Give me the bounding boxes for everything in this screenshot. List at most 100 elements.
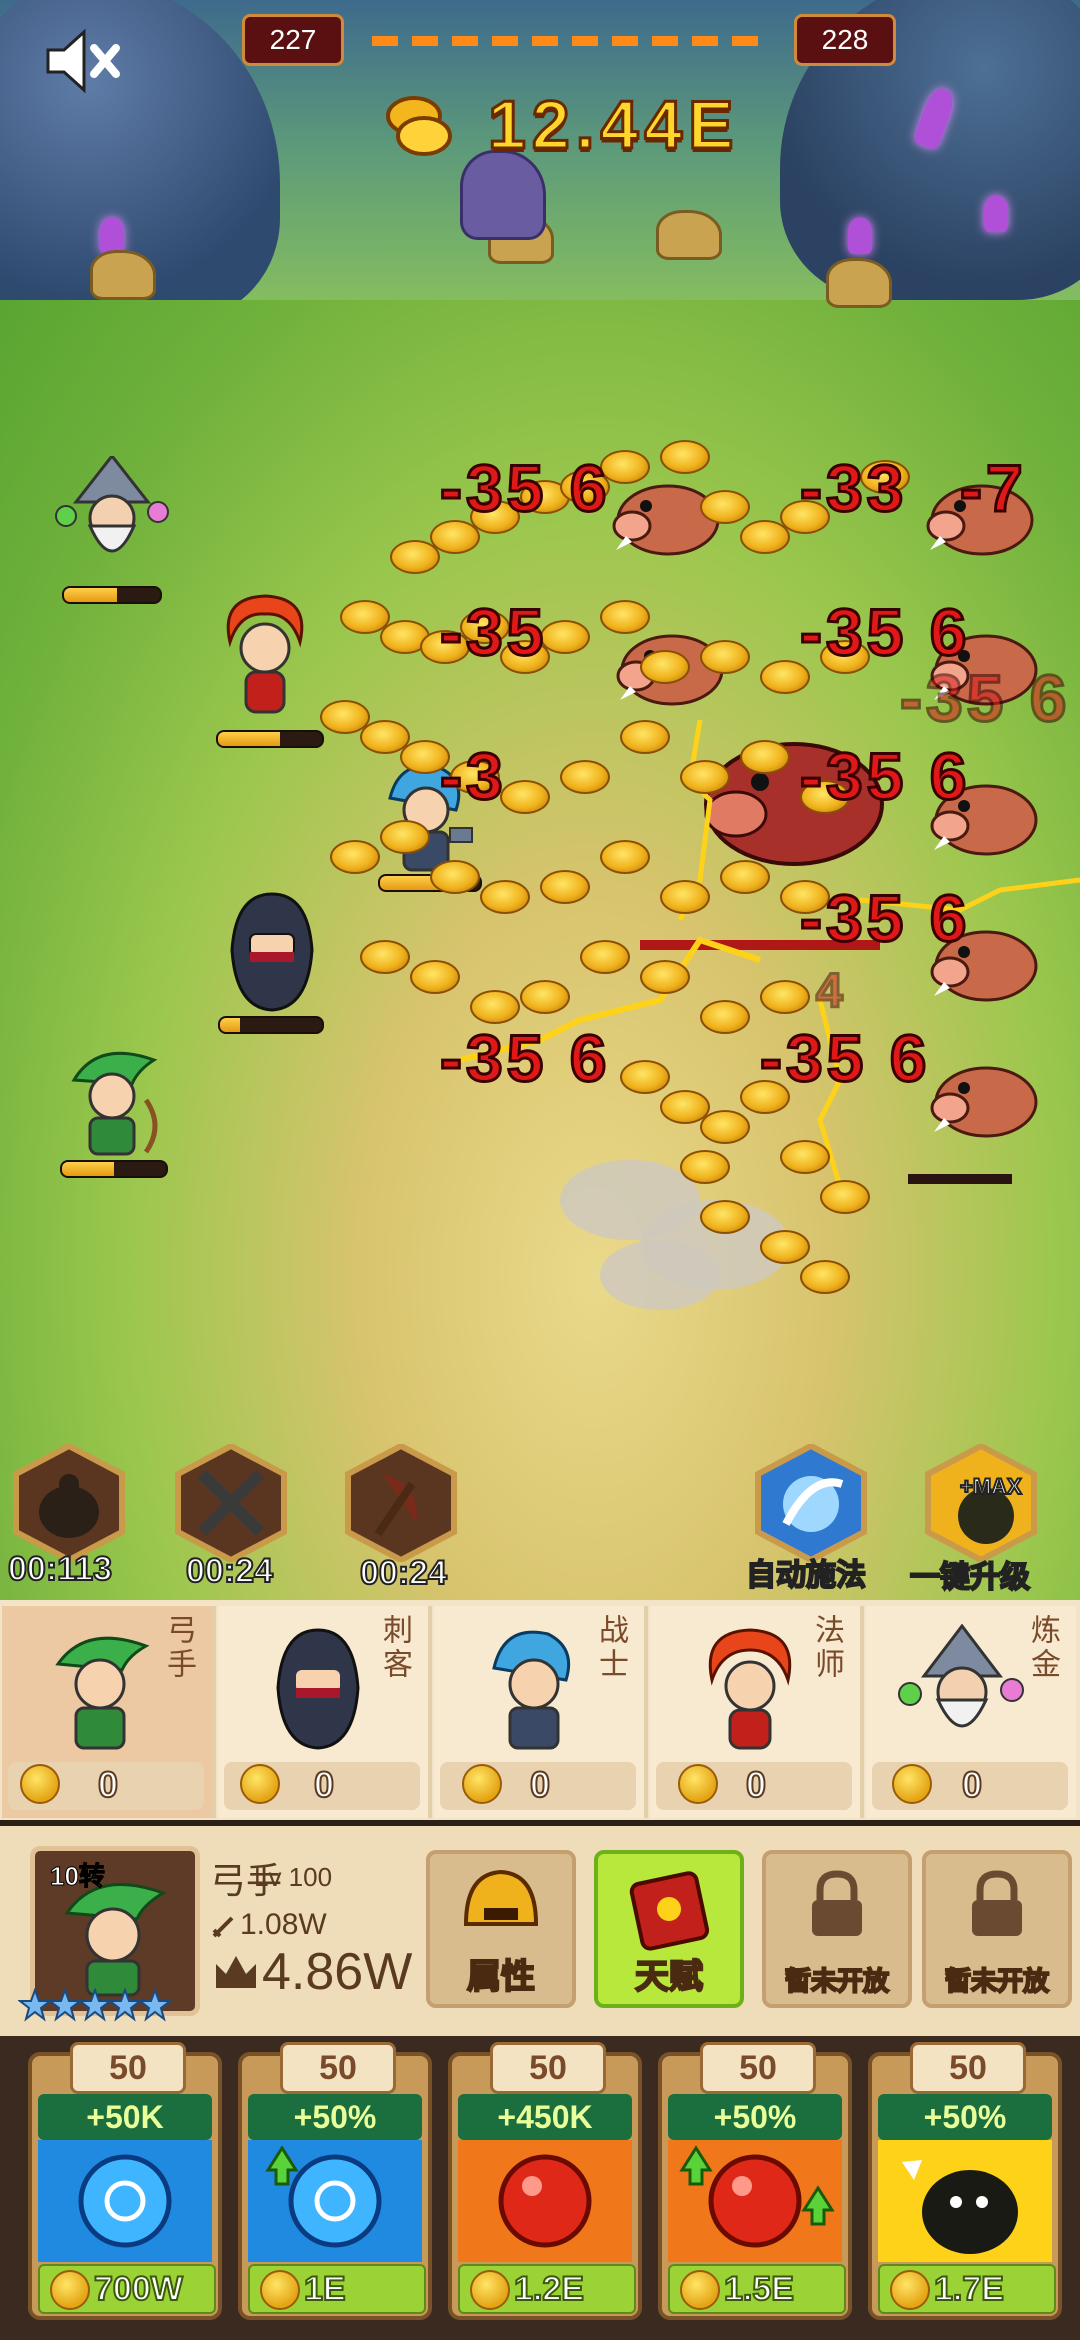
gold-coin-drop <box>600 840 650 874</box>
locked-slot-button[interactable]: 暂未开放 <box>762 1850 912 2008</box>
axe-skill[interactable] <box>342 1442 460 1564</box>
upgrade-level: 50 <box>70 2042 186 2094</box>
max-upgrade-button[interactable] <box>922 1442 1040 1564</box>
gold-coin-drop <box>480 880 530 914</box>
archer-hp-bar <box>60 1160 168 1178</box>
gold-coin-drop <box>660 880 710 914</box>
skill-cooldown-timer: 00:113 <box>7 1549 113 1589</box>
attributes-button[interactable]: 属性 <box>426 1850 576 2008</box>
blue-orb-arrow-icon <box>248 2140 422 2262</box>
gold-coin-drop <box>760 1230 810 1264</box>
damage-number: -35 6 <box>798 880 971 957</box>
gold-coin-drop <box>540 620 590 654</box>
upgrade-card[interactable]: 50 +450K 1.2E <box>448 2042 642 2320</box>
upgrade-card[interactable]: 50 +50% 1E <box>238 2042 432 2320</box>
tab-label: 刺客 <box>378 1614 411 1682</box>
talent-button[interactable]: 天赋 <box>594 1850 744 2008</box>
hero-detail-panel: 10转 弓手 Lv 100 1.08W 4.86W 属性 天赋 暂未开放 暂未开… <box>0 1826 1080 2036</box>
upgrade-buy-button[interactable]: 1E <box>248 2264 426 2314</box>
star-icon <box>108 1988 142 2022</box>
crossed-swords-skill[interactable] <box>172 1442 290 1564</box>
speaker-muted-icon[interactable] <box>44 26 124 96</box>
upgrade-price: 1E <box>303 2269 347 2309</box>
black-blob-icon <box>878 2140 1052 2262</box>
gold-coin-drop <box>330 840 380 874</box>
crown-coin-icon <box>50 2270 90 2310</box>
gold-coin-drop <box>800 1260 850 1294</box>
level-progress-track <box>372 36 768 46</box>
upgrade-buy-button[interactable]: 1.2E <box>458 2264 636 2314</box>
damage-number: -35 6 <box>798 594 971 671</box>
crown-coin-icon <box>462 1764 502 1804</box>
damage-number: -3 <box>439 738 507 815</box>
locked-slot-label: 暂未开放 <box>944 1965 1050 1997</box>
tab-assassin[interactable]: 刺客 0 <box>218 1606 432 1818</box>
damage-number: -35 6 <box>438 1020 611 1097</box>
tab-label: 弓手 <box>162 1614 195 1682</box>
upgrade-level: 50 <box>700 2042 816 2094</box>
gold-coin-drop <box>360 940 410 974</box>
gold-bag-skill[interactable] <box>10 1442 128 1564</box>
tab-count: 0 <box>961 1763 983 1806</box>
tab-alchemist[interactable]: 炼金 0 <box>866 1606 1076 1818</box>
tab-count: 0 <box>745 1763 767 1806</box>
mage-hero <box>210 592 320 727</box>
gold-coin-drop <box>700 640 750 674</box>
tab-label: 炼金 <box>1026 1614 1059 1682</box>
tab-label: 战士 <box>594 1614 627 1682</box>
tab-warrior[interactable]: 战士 0 <box>434 1606 648 1818</box>
warrior-portrait-icon <box>492 1630 571 1750</box>
upgrade-buy-button[interactable]: 1.5E <box>668 2264 846 2314</box>
upgrade-price: 1.7E <box>933 2269 1005 2309</box>
star-icon <box>78 1988 112 2022</box>
skill-cooldown-timer: 00:24 <box>185 1551 274 1591</box>
damage-number: 4 <box>815 964 847 1020</box>
upgrade-bonus: +50K <box>38 2094 212 2140</box>
upgrade-card[interactable]: 50 +50% 1.5E <box>658 2042 852 2320</box>
mage-portrait-icon <box>708 1628 792 1750</box>
spellbook-icon <box>629 1871 710 1951</box>
damage-number: -7 <box>959 450 1027 527</box>
tab-archer[interactable]: 弓手 0 <box>2 1606 216 1818</box>
talent-label: 天赋 <box>634 1957 704 1997</box>
tab-count: 0 <box>529 1763 551 1806</box>
rebirth-count: 10转 <box>50 1861 106 1892</box>
archer-portrait-icon <box>55 1636 150 1750</box>
upgrade-bonus: +450K <box>458 2094 632 2140</box>
gold-coin-drop <box>740 740 790 774</box>
upgrade-buy-button[interactable]: 1.7E <box>878 2264 1056 2314</box>
gold-coin-drop <box>560 760 610 794</box>
auto-cast-button[interactable] <box>752 1442 870 1564</box>
crystal-decoration <box>984 196 1008 232</box>
star-icon <box>48 1988 82 2022</box>
dps-icon <box>212 1916 234 1938</box>
gold-coin-drop <box>600 600 650 634</box>
gold-coin-drop <box>700 490 750 524</box>
gold-coin-drop <box>620 720 670 754</box>
locked-slot-label: 暂未开放 <box>784 1965 890 1997</box>
gold-coin-drop <box>580 940 630 974</box>
upgrade-buy-button[interactable]: 700W <box>38 2264 216 2314</box>
upgrade-price: 1.2E <box>513 2269 585 2309</box>
red-orb-arrow-icon <box>668 2140 842 2262</box>
crown-coin-icon <box>680 2270 720 2310</box>
gold-coin-drop <box>540 870 590 904</box>
star-icon <box>138 1988 172 2022</box>
crown-coin-icon <box>260 2270 300 2310</box>
current-level-badge: 227 <box>242 14 344 66</box>
damage-number: -33 <box>798 450 908 527</box>
archer-hero <box>58 1040 168 1165</box>
locked-slot-button[interactable]: 暂未开放 <box>922 1850 1072 2008</box>
damage-number: -35 6 <box>798 738 971 815</box>
hero-level: Lv 100 <box>254 1862 333 1892</box>
upgrade-card[interactable]: 50 +50% 1.7E <box>868 2042 1062 2320</box>
hero-dps: 1.08W <box>240 1908 327 1941</box>
skill-cooldown-timer: 00:24 <box>359 1553 448 1593</box>
gold-coin-drop <box>760 980 810 1014</box>
max-badge: +MAX <box>959 1473 1023 1500</box>
upgrade-card[interactable]: 50 +50K 700W <box>28 2042 222 2320</box>
tab-mage[interactable]: 法师 0 <box>650 1606 864 1818</box>
gold-coin-drop <box>700 1110 750 1144</box>
gold-coins-icon <box>384 92 454 162</box>
gold-coin-drop <box>640 650 690 684</box>
